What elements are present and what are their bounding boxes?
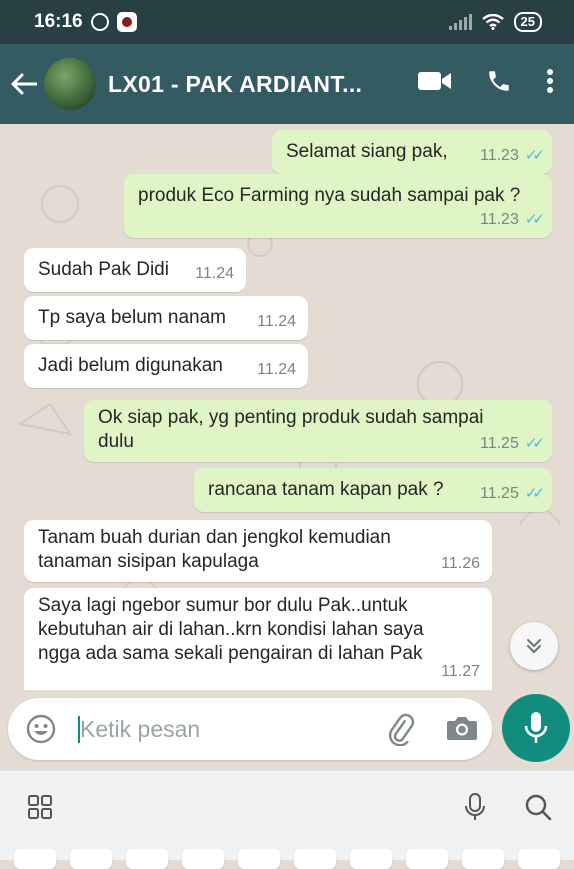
more-vert-icon[interactable] (546, 68, 554, 99)
apps-grid-icon[interactable] (28, 795, 52, 824)
message-text: Tp saya belum nanam (38, 307, 226, 328)
read-ticks-icon: ✓✓ (524, 211, 545, 228)
message-bubble-outgoing[interactable]: Selamat siang pak, 11.23 ✓✓ (272, 130, 552, 174)
key[interactable] (462, 849, 504, 869)
message-bubble-incoming[interactable]: Jadi belum digunakan 11.24 (24, 344, 308, 388)
key[interactable] (70, 849, 112, 869)
emoji-icon[interactable] (26, 714, 56, 749)
message-time: 11.25 (480, 485, 519, 502)
message-list[interactable]: Selamat siang pak, 11.23 ✓✓ produk Eco Fa… (0, 124, 574, 690)
wifi-icon (481, 14, 504, 30)
message-bubble-incoming[interactable]: Saya lagi ngebor sumur bor dulu Pak..unt… (24, 588, 492, 690)
message-text-line: kebutuhan air di lahan..krn kondisi laha… (38, 619, 424, 640)
message-text-line: Tanam buah durian dan jengkol kemudian (38, 527, 391, 548)
microphone-icon[interactable] (502, 694, 570, 762)
alarm-icon (90, 13, 109, 31)
chevron-double-down-icon[interactable] (510, 622, 558, 670)
message-time: 11.26 (441, 555, 480, 572)
key[interactable] (518, 849, 560, 869)
message-text: rancana tanam kapan pak ? (208, 479, 444, 500)
key[interactable] (14, 849, 56, 869)
message-text-line: Ok siap pak, yg penting produk sudah sam… (98, 407, 484, 428)
message-text-line: ngga ada sama sekali pengairan di lahan … (38, 643, 423, 664)
message-time: 11.24 (195, 265, 234, 282)
message-text: Sudah Pak Didi (38, 259, 169, 280)
key[interactable] (238, 849, 280, 869)
read-ticks-icon: ✓✓ (524, 485, 545, 502)
message-time: 11.24 (257, 361, 296, 378)
arrow-left-icon[interactable] (10, 70, 38, 98)
signal-icon (448, 14, 472, 30)
message-input[interactable]: Ketik pesan (80, 716, 200, 743)
read-ticks-icon: ✓✓ (524, 435, 545, 452)
key[interactable] (126, 849, 168, 869)
message-bubble-outgoing[interactable]: Ok siap pak, yg penting produk sudah sam… (84, 400, 552, 462)
key[interactable] (182, 849, 224, 869)
contact-name[interactable]: LX01 - PAK ARDIANT... (108, 71, 362, 98)
key[interactable] (406, 849, 448, 869)
paperclip-icon[interactable] (384, 712, 418, 751)
search-icon[interactable] (524, 793, 552, 826)
message-composer[interactable]: Ketik pesan (8, 698, 492, 760)
keyboard-toolbar (0, 770, 574, 869)
video-call-icon[interactable] (418, 70, 452, 97)
message-text-line: Saya lagi ngebor sumur bor dulu Pak..unt… (38, 595, 408, 616)
message-time: 11.25 (480, 435, 519, 452)
message-bubble-incoming[interactable]: Sudah Pak Didi 11.24 (24, 248, 246, 292)
keyboard-keys[interactable] (0, 849, 574, 869)
battery-indicator: 25 (513, 12, 542, 32)
chat-header: LX01 - PAK ARDIANT... (0, 44, 574, 124)
message-time: 11.24 (257, 313, 296, 330)
message-text-line: tanaman sisipan kapulaga (38, 551, 259, 572)
message-text: produk Eco Farming nya sudah sampai pak … (138, 185, 521, 206)
message-text-line: dulu (98, 431, 134, 452)
contact-avatar[interactable] (44, 58, 96, 110)
status-bar: 16:16 25 (0, 0, 574, 44)
status-time: 16:16 (34, 11, 83, 32)
message-time: 11.27 (441, 663, 480, 680)
voice-input-icon[interactable] (464, 793, 486, 826)
message-bubble-incoming[interactable]: Tp saya belum nanam 11.24 (24, 296, 308, 340)
message-bubble-incoming[interactable]: Tanam buah durian dan jengkol kemudian t… (24, 520, 492, 582)
screen-record-icon (116, 12, 137, 32)
message-text: Jadi belum digunakan (38, 355, 223, 376)
camera-icon[interactable] (446, 714, 478, 747)
message-bubble-outgoing[interactable]: produk Eco Farming nya sudah sampai pak … (124, 174, 552, 238)
message-bubble-outgoing[interactable]: rancana tanam kapan pak ? 11.25 ✓✓ (194, 468, 552, 512)
message-text: Selamat siang pak, (286, 141, 448, 162)
key[interactable] (294, 849, 336, 869)
read-ticks-icon: ✓✓ (524, 147, 545, 164)
voice-call-icon[interactable] (486, 68, 512, 99)
message-time: 11.23 (480, 147, 519, 164)
key[interactable] (350, 849, 392, 869)
message-time: 11.23 (480, 211, 519, 228)
